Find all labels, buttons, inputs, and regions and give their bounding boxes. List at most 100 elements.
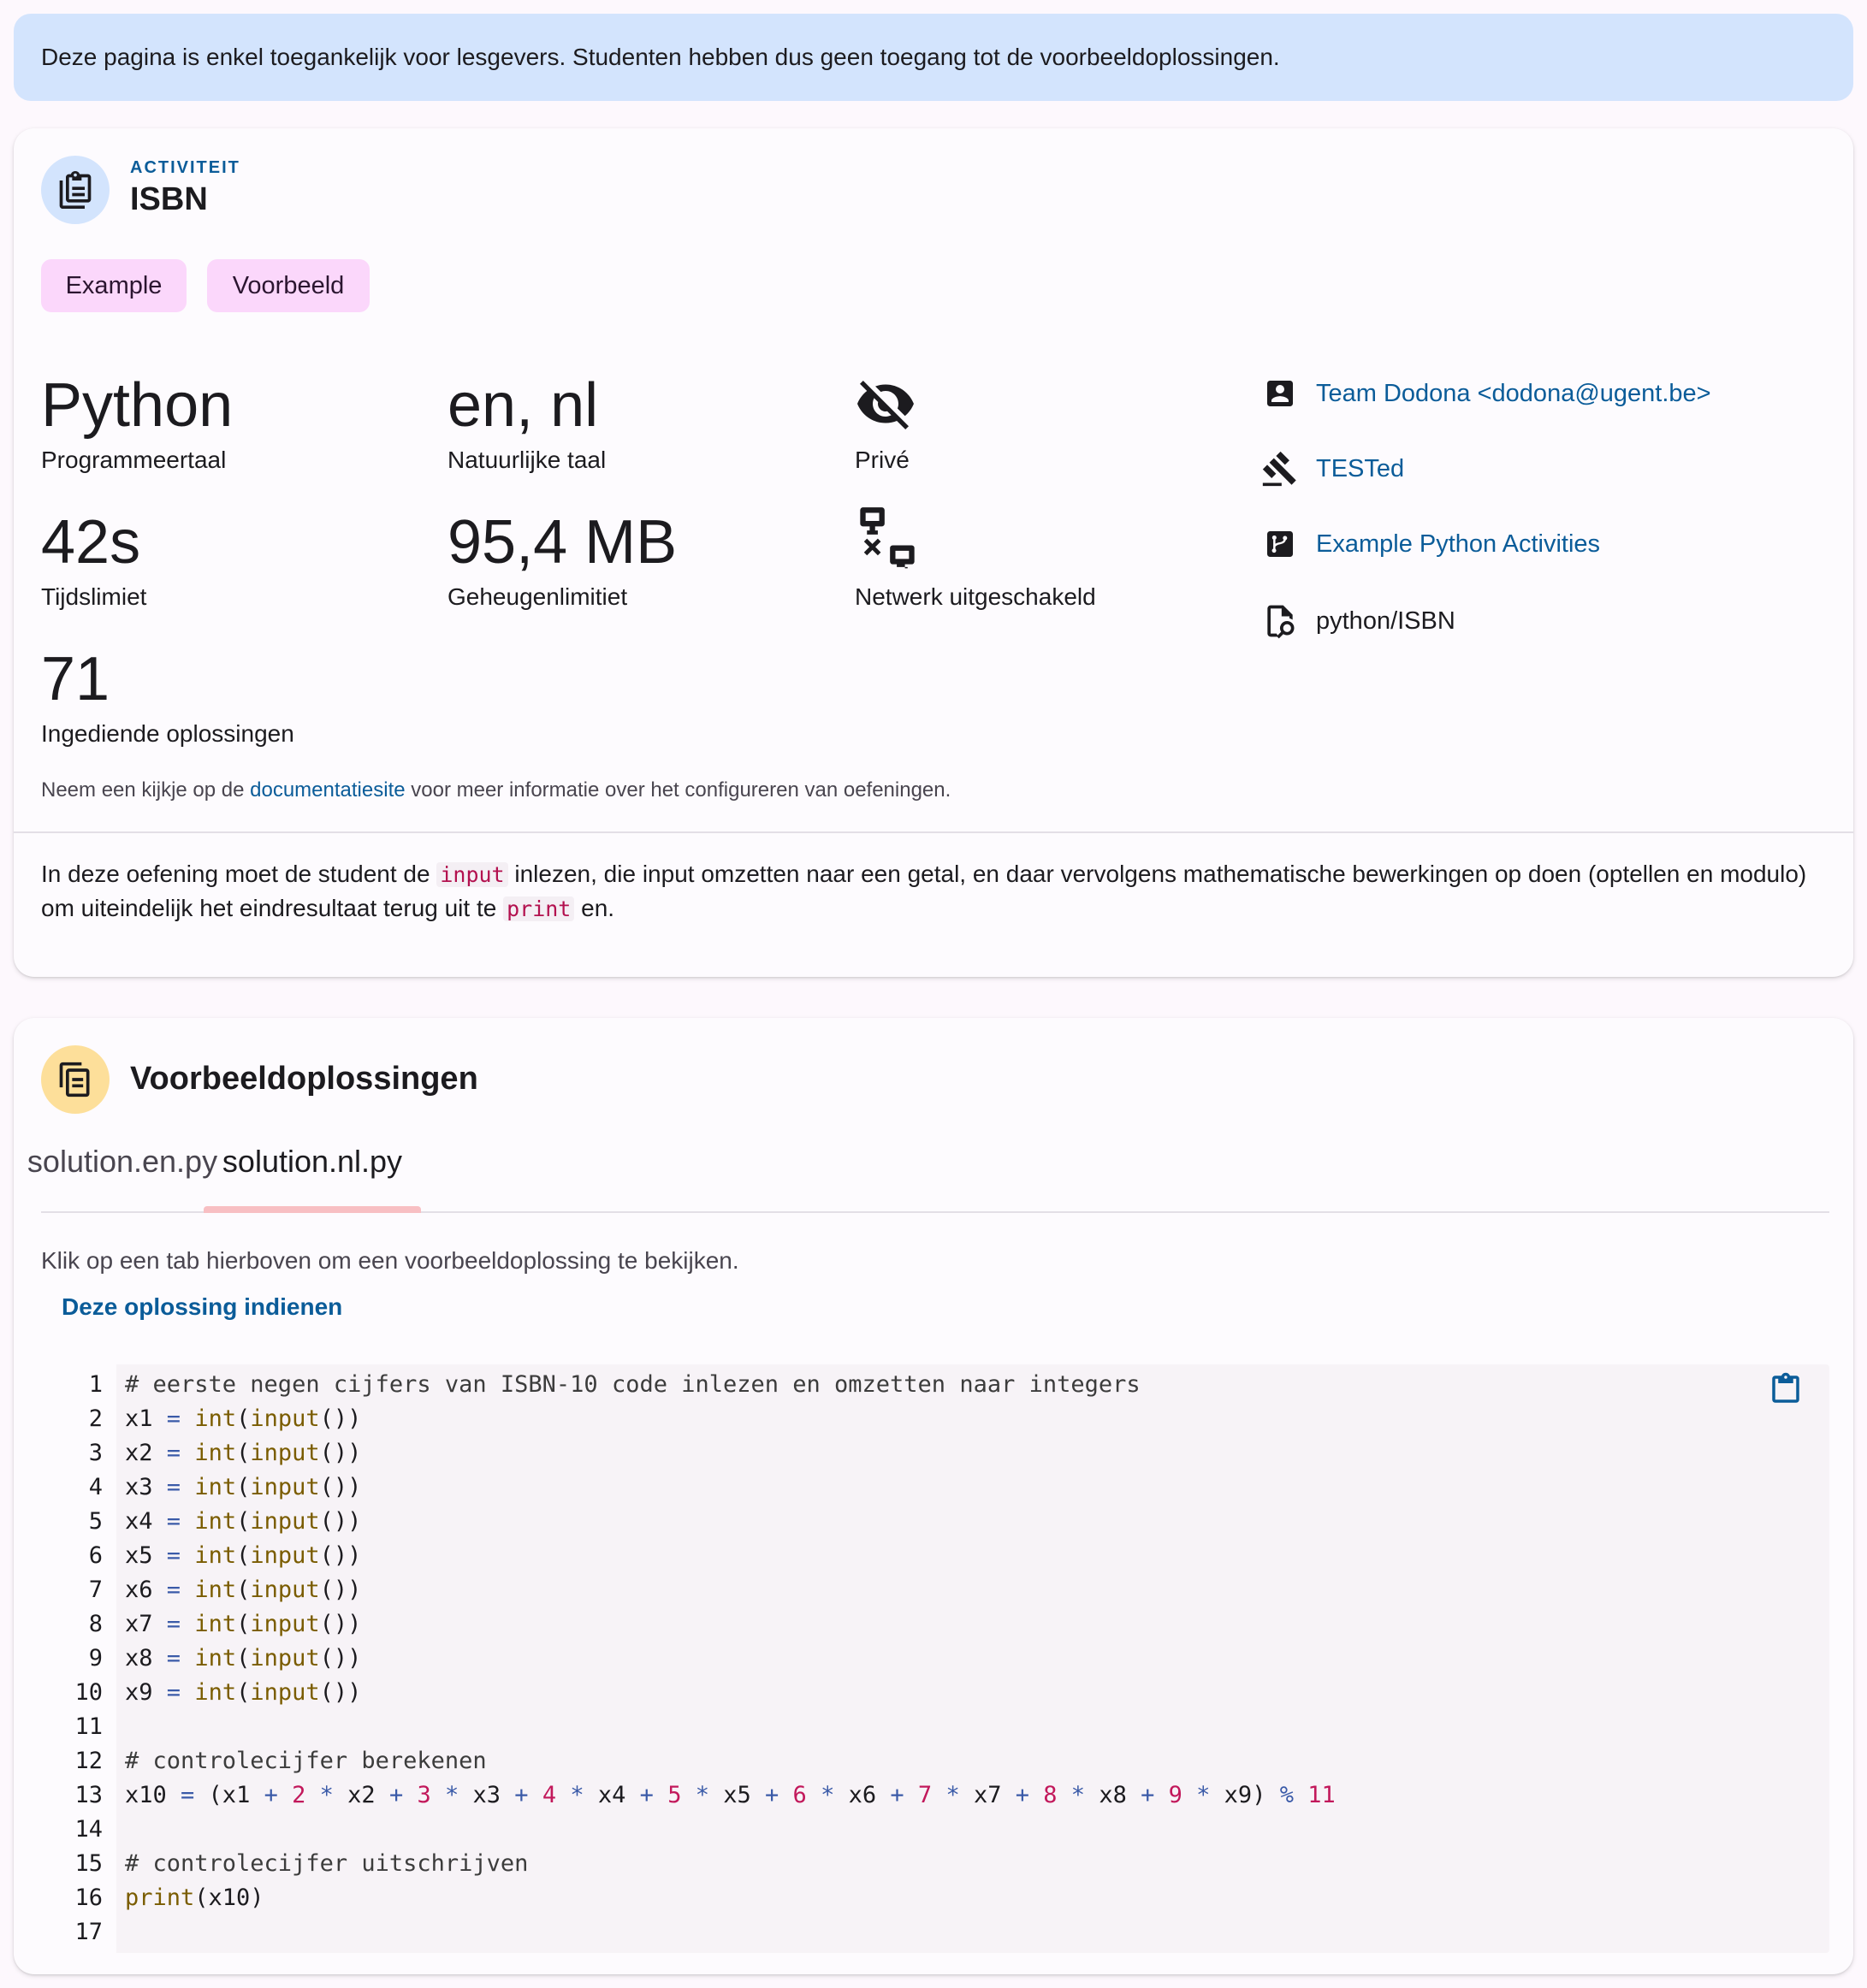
line-number: 11 xyxy=(74,1713,103,1740)
inline-code: print xyxy=(503,896,575,921)
description-text: en. xyxy=(574,895,615,921)
repository-row: Example Python Activities xyxy=(1259,524,1600,565)
code-line: 3 x2 = int(input()) xyxy=(41,1436,1752,1470)
judge-link[interactable]: TESTed xyxy=(1316,455,1404,483)
code-viewer: 1 # eerste negen cijfers van ISBN-10 code… xyxy=(41,1364,1829,1953)
code-line: 10 x9 = int(input()) xyxy=(41,1676,1752,1710)
divider xyxy=(14,831,1853,833)
natural-language-value: en, nl xyxy=(447,371,599,440)
code-line: 2 x1 = int(input()) xyxy=(41,1402,1752,1436)
line-number: 17 xyxy=(74,1919,103,1945)
programming-language-value: Python xyxy=(41,371,234,440)
line-number: 6 xyxy=(88,1542,103,1569)
time-limit-label: Tijdslimiet xyxy=(41,583,147,610)
file-search-icon xyxy=(1259,601,1301,642)
author-link[interactable]: Team Dodona <dodona@ugent.be> xyxy=(1316,380,1711,408)
line-number: 3 xyxy=(88,1440,103,1466)
code-text: # controlecijfer uitschrijven xyxy=(125,1850,529,1877)
eye-off-icon xyxy=(855,373,916,439)
network-off-icon xyxy=(855,505,920,574)
time-limit-value: 42s xyxy=(41,508,141,577)
submit-solution-link[interactable]: Deze oplossing indienen xyxy=(62,1293,342,1321)
solution-tabs: solution.en.py solution.nl.py xyxy=(27,1112,1829,1213)
activity-overline: ACTIVITEIT xyxy=(130,158,240,177)
judge-row: TESTed xyxy=(1259,448,1404,489)
code-line: 13 x10 = (x1 + 2 * x2 + 3 * x3 + 4 * x4 +… xyxy=(41,1778,1752,1813)
line-number: 4 xyxy=(88,1474,103,1500)
code-line: 11 xyxy=(41,1710,1752,1744)
source-branch-icon xyxy=(1259,524,1301,565)
author-row: Team Dodona <dodona@ugent.be> xyxy=(1259,373,1711,414)
memory-limit-label: Geheugenlimitiet xyxy=(447,583,628,610)
code-text: x2 = int(input()) xyxy=(125,1440,362,1466)
code-text: x4 = int(input()) xyxy=(125,1508,362,1535)
gavel-icon xyxy=(1259,448,1301,489)
line-number: 16 xyxy=(74,1884,103,1911)
label-chip-text: Example xyxy=(65,271,163,299)
description-text: In deze oefening moet de student de xyxy=(41,861,437,887)
teacher-only-alert: Deze pagina is enkel toegankelijk voor l… xyxy=(14,14,1853,101)
line-number: 14 xyxy=(74,1816,103,1843)
label-chip-example[interactable]: Example xyxy=(41,259,187,312)
solutions-card: Voorbeeldoplossingen solution.en.py solu… xyxy=(14,1018,1853,1974)
tab-label: solution.en.py xyxy=(27,1144,218,1179)
line-number: 1 xyxy=(88,1371,103,1398)
activity-title: ISBN xyxy=(130,181,208,217)
line-number: 2 xyxy=(88,1405,103,1432)
inline-code: input xyxy=(436,862,508,887)
path-row: python/ISBN xyxy=(1259,601,1455,642)
code-line: 17 xyxy=(41,1915,1752,1950)
submissions-value: 71 xyxy=(41,645,110,713)
tab-solution-en[interactable]: solution.en.py xyxy=(27,1112,217,1211)
line-number: 13 xyxy=(74,1782,103,1808)
code-line: 1 # eerste negen cijfers van ISBN-10 code… xyxy=(41,1368,1752,1402)
code-text: x1 = int(input()) xyxy=(125,1405,362,1432)
label-chip-voorbeeld[interactable]: Voorbeeld xyxy=(207,259,370,312)
code-line: 8 x7 = int(input()) xyxy=(41,1607,1752,1642)
code-text: x5 = int(input()) xyxy=(125,1542,362,1569)
programming-language-label: Programmeertaal xyxy=(41,447,227,473)
line-number: 9 xyxy=(88,1645,103,1671)
repository-link[interactable]: Example Python Activities xyxy=(1316,530,1600,559)
label-chip-text: Voorbeeld xyxy=(232,271,345,299)
activity-description: In deze oefening moet de student de inpu… xyxy=(41,857,1829,926)
code-line: 9 x8 = int(input()) xyxy=(41,1642,1752,1676)
code-line: 12 # controlecijfer berekenen xyxy=(41,1744,1752,1778)
code-text: x7 = int(input()) xyxy=(125,1611,362,1637)
code-line: 5 x4 = int(input()) xyxy=(41,1505,1752,1539)
code-text: # eerste negen cijfers van ISBN-10 code … xyxy=(125,1371,1141,1398)
line-number: 8 xyxy=(88,1611,103,1637)
code-text: print(x10) xyxy=(125,1884,264,1911)
privacy-label: Privé xyxy=(855,447,910,473)
memory-limit-value: 95,4 MB xyxy=(447,508,678,577)
account-box-icon xyxy=(1259,373,1301,414)
code-line: 6 x5 = int(input()) xyxy=(41,1539,1752,1573)
code-line: 4 x3 = int(input()) xyxy=(41,1470,1752,1505)
line-number: 7 xyxy=(88,1577,103,1603)
code-text: # controlecijfer berekenen xyxy=(125,1748,487,1774)
file-document-icon xyxy=(41,1045,110,1114)
submissions-label: Ingediende oplossingen xyxy=(41,720,294,747)
doc-note-text: Neem een kijkje op de xyxy=(41,778,251,802)
code-line: 14 xyxy=(41,1813,1752,1847)
code-text: x9 = int(input()) xyxy=(125,1679,362,1706)
code-line: 7 x6 = int(input()) xyxy=(41,1573,1752,1607)
line-number: 12 xyxy=(74,1748,103,1774)
tab-label: solution.nl.py xyxy=(222,1144,403,1179)
documentation-link[interactable]: documentatiesite xyxy=(250,778,405,802)
active-tab-indicator xyxy=(204,1206,421,1213)
natural-language-label: Natuurlijke taal xyxy=(447,447,607,473)
activity-card: ACTIVITEIT ISBN Example Voorbeeld Python… xyxy=(14,128,1853,977)
activity-path: python/ISBN xyxy=(1316,606,1455,635)
clipboard-icon xyxy=(41,156,110,224)
doc-note-text: voor meer informatie over het configurer… xyxy=(405,778,951,802)
documentation-note: Neem een kijkje op de documentatiesite v… xyxy=(41,778,951,802)
tab-solution-nl[interactable]: solution.nl.py xyxy=(204,1112,421,1211)
code-text: x3 = int(input()) xyxy=(125,1474,362,1500)
code-text: x10 = (x1 + 2 * x2 + 3 * x3 + 4 * x4 + 5… xyxy=(125,1782,1336,1808)
code-line: 15 # controlecijfer uitschrijven xyxy=(41,1847,1752,1881)
clipboard-copy-icon[interactable] xyxy=(1768,1371,1804,1413)
network-label: Netwerk uitgeschakeld xyxy=(855,583,1096,610)
code-text: x6 = int(input()) xyxy=(125,1577,362,1603)
code-line: 16 print(x10) xyxy=(41,1881,1752,1915)
